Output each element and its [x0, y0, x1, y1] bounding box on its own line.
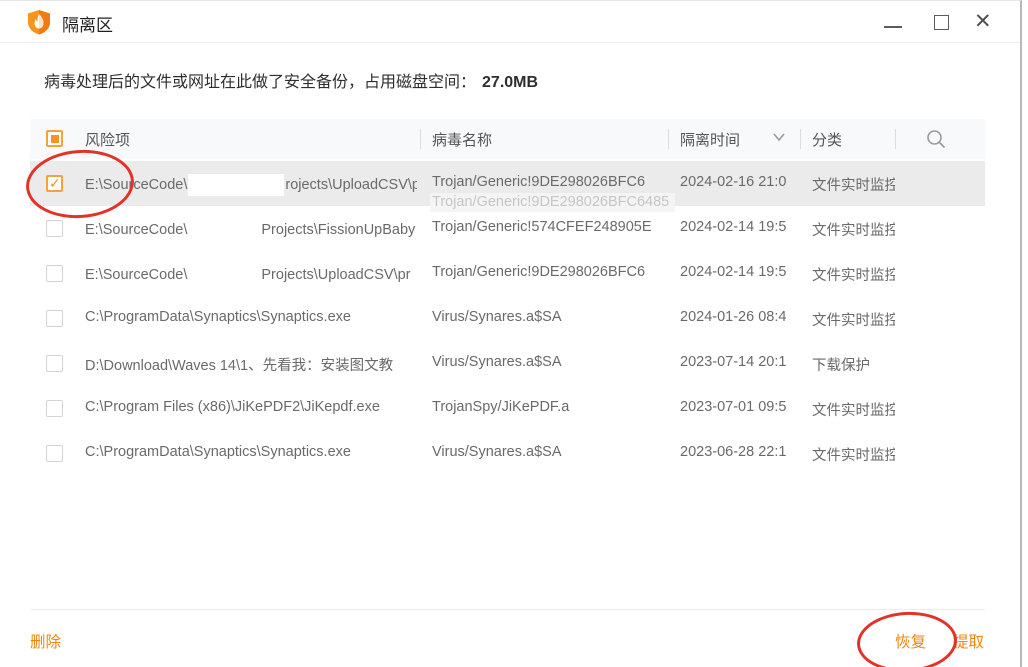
path-text: Projects\UploadCSV\pr	[261, 267, 410, 283]
column-divider	[800, 129, 801, 149]
redaction-blur	[188, 174, 284, 196]
category-label: 下载保护	[812, 354, 895, 375]
table-row[interactable]: E:\SourceCode\ Projects\UploadCSV\pr Troj…	[30, 251, 985, 296]
summary-text: 病毒处理后的文件或网址在此做了安全备份，占用磁盘空间：	[44, 74, 476, 91]
row-checkbox[interactable]	[46, 175, 63, 192]
path-text: C:\ProgramData\Synaptics\Synaptics.exe	[85, 444, 351, 460]
column-header-virus: 病毒名称	[432, 129, 492, 150]
path-text: Projects\FissionUpBaby	[261, 222, 415, 238]
quarantine-time: 2024-02-14 19:5	[680, 219, 792, 235]
category-label: 文件实时监控	[812, 219, 895, 240]
row-checkbox[interactable]	[46, 265, 63, 282]
table-row[interactable]: E:\SourceCode\ Projects\FissionUpBaby Tro…	[30, 206, 985, 251]
virus-name: Trojan/Generic!574CFEF248905E	[432, 219, 665, 235]
delete-button[interactable]: 删除	[30, 630, 61, 652]
risk-item-path: C:\ProgramData\Synaptics\Synaptics.exe	[85, 309, 417, 325]
shield-flame-app-icon	[26, 9, 52, 35]
quarantine-time: 2023-07-14 20:1	[680, 354, 792, 370]
maximize-button[interactable]	[926, 1, 956, 43]
select-all-checkbox[interactable]	[46, 130, 63, 147]
minimize-icon	[884, 26, 902, 28]
path-text: E:\SourceCode\	[85, 222, 187, 238]
category-label: 文件实时监控	[812, 309, 895, 330]
redaction-blur	[188, 219, 260, 241]
path-text: C:\Program Files (x86)\JiKePDF2\JiKepdf.…	[85, 399, 380, 415]
maximize-icon	[934, 15, 949, 30]
title-bar: 隔离区 ✕	[0, 1, 1020, 43]
column-divider	[668, 129, 669, 149]
path-text: C:\ProgramData\Synaptics\Synaptics.exe	[85, 309, 351, 325]
column-divider	[895, 129, 896, 149]
risk-item-path: E:\SourceCode\ rojects\UploadCSV\pr	[85, 174, 417, 196]
column-header-risk: 风险项	[85, 129, 130, 150]
quarantine-time: 2023-06-28 22:1	[680, 444, 792, 460]
restore-button[interactable]: 恢复	[895, 630, 926, 652]
risk-item-path: C:\ProgramData\Synaptics\Synaptics.exe	[85, 444, 417, 460]
path-text: D:\Download\Waves 14\1、先看我：安装图文教	[85, 358, 393, 374]
table-row[interactable]: C:\Program Files (x86)\JiKePDF2\JiKepdf.…	[30, 386, 985, 431]
virus-name: TrojanSpy/JiKePDF.a	[432, 399, 665, 415]
table-row[interactable]: C:\ProgramData\Synaptics\Synaptics.exe V…	[30, 296, 985, 341]
backup-summary: 病毒处理后的文件或网址在此做了安全备份，占用磁盘空间： 27.0MB	[44, 68, 538, 92]
category-label: 文件实时监控	[812, 264, 895, 285]
virus-name: Trojan/Generic!9DE298026BFC6	[432, 264, 665, 280]
close-button[interactable]: ✕	[970, 1, 1000, 43]
path-text: rojects\UploadCSV\pr	[285, 177, 417, 193]
column-header-time-sort[interactable]: 隔离时间	[680, 129, 740, 150]
virus-name: Virus/Synares.a$SA	[432, 354, 665, 370]
redaction-blur	[188, 264, 260, 286]
risk-item-path: E:\SourceCode\ Projects\FissionUpBaby	[85, 219, 417, 241]
close-icon: ✕	[974, 9, 992, 35]
table-header: 风险项 病毒名称 隔离时间 分类	[30, 119, 985, 159]
quarantine-time: 2024-02-16 21:0	[680, 174, 792, 190]
row-checkbox[interactable]	[46, 310, 63, 327]
footer-divider	[30, 609, 985, 610]
table-row[interactable]: D:\Download\Waves 14\1、先看我：安装图文教 Virus/S…	[30, 341, 985, 386]
virus-name: Virus/Synares.a$SA	[432, 444, 665, 460]
column-divider	[420, 129, 421, 149]
window-title: 隔离区	[62, 11, 113, 36]
risk-item-path: C:\Program Files (x86)\JiKePDF2\JiKepdf.…	[85, 399, 417, 415]
virus-name: Virus/Synares.a$SA	[432, 309, 665, 325]
disk-usage-value: 27.0MB	[482, 74, 538, 91]
path-text: E:\SourceCode\	[85, 267, 187, 283]
risk-item-path: E:\SourceCode\ Projects\UploadCSV\pr	[85, 264, 417, 286]
row-checkbox[interactable]	[46, 355, 63, 372]
virus-name: Trojan/Generic!9DE298026BFC6	[432, 174, 665, 190]
category-label: 文件实时监控	[812, 399, 895, 420]
column-header-category: 分类	[812, 129, 842, 150]
search-icon[interactable]	[925, 128, 947, 150]
quarantine-time: 2023-07-01 09:5	[680, 399, 792, 415]
quarantine-time: 2024-01-26 08:4	[680, 309, 792, 325]
category-label: 文件实时监控	[812, 174, 895, 195]
row-checkbox[interactable]	[46, 400, 63, 417]
quarantine-window: 隔离区 ✕ 病毒处理后的文件或网址在此做了安全备份，占用磁盘空间：27.0MB …	[0, 0, 1022, 667]
screenshot-stage: 隔离区 ✕ 病毒处理后的文件或网址在此做了安全备份，占用磁盘空间：27.0MB …	[0, 0, 1028, 667]
path-text: E:\SourceCode\	[85, 177, 187, 193]
extract-button[interactable]: 提取	[953, 630, 984, 652]
row-checkbox[interactable]	[46, 220, 63, 237]
chevron-down-icon[interactable]	[772, 132, 786, 142]
virus-name-tooltip: Trojan/Generic!9DE298026BFC6485	[430, 193, 675, 212]
risk-item-path: D:\Download\Waves 14\1、先看我：安装图文教	[85, 354, 417, 375]
category-label: 文件实时监控	[812, 444, 895, 465]
table-row[interactable]: C:\ProgramData\Synaptics\Synaptics.exe V…	[30, 431, 985, 476]
quarantine-time: 2024-02-14 19:5	[680, 264, 792, 280]
row-checkbox[interactable]	[46, 445, 63, 462]
minimize-button[interactable]	[878, 1, 908, 43]
